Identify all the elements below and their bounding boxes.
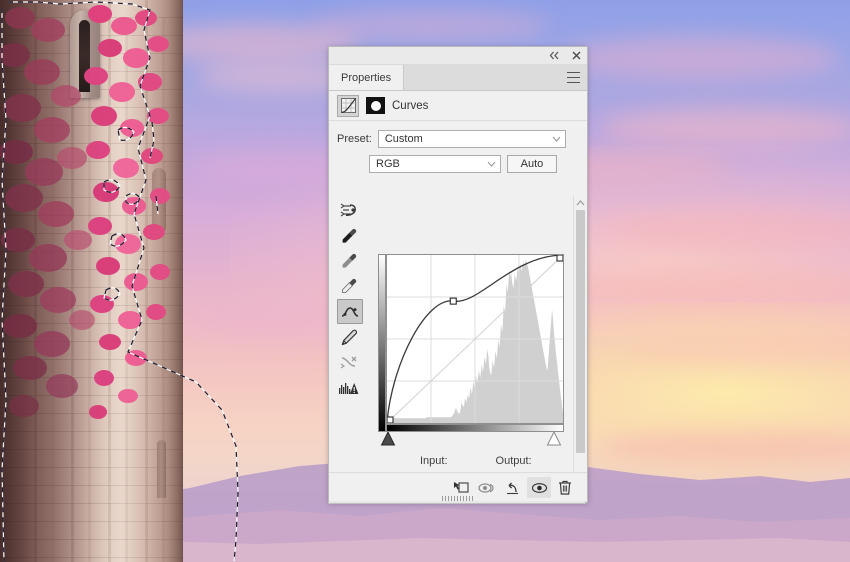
cloud-streak	[560, 36, 840, 80]
gray-point-eyedropper-icon[interactable]	[337, 249, 361, 272]
properties-panel[interactable]: Properties Curves Preset: Custom RGB Aut…	[328, 46, 588, 503]
curve-pointer-icon[interactable]	[337, 299, 363, 324]
tab-properties[interactable]: Properties	[329, 65, 405, 90]
white-point-eyedropper-icon[interactable]	[337, 274, 361, 297]
trash-icon[interactable]	[553, 477, 577, 498]
scrollbar-thumb[interactable]	[576, 210, 585, 453]
adjustment-title: Curves	[392, 99, 429, 112]
channel-row: RGB Auto	[329, 148, 587, 173]
curves-tool-strip	[337, 199, 363, 399]
histogram-warning-icon[interactable]	[337, 376, 361, 399]
chevron-down-icon	[487, 160, 496, 169]
close-icon[interactable]	[569, 49, 583, 62]
channel-value: RGB	[376, 158, 400, 170]
panel-bottom-edge	[328, 501, 586, 504]
channel-select[interactable]: RGB	[369, 155, 501, 173]
input-label: Input:	[420, 455, 448, 467]
endpoint-sliders[interactable]	[378, 430, 572, 450]
smooth-curve-icon[interactable]	[337, 351, 361, 374]
output-gradient-bar	[378, 254, 386, 432]
cloud-streak	[600, 108, 850, 148]
tab-properties-label: Properties	[341, 71, 392, 84]
curves-body: Preset: Custom RGB Auto Input: Output:	[329, 121, 587, 472]
auto-button[interactable]: Auto	[507, 155, 557, 173]
chevron-down-icon	[552, 135, 561, 144]
reset-icon[interactable]	[501, 477, 525, 498]
black-point-eyedropper-icon[interactable]	[337, 224, 361, 247]
brick-tower	[0, 0, 183, 562]
layer-mask-thumbnail-icon[interactable]	[366, 97, 385, 114]
black-point-slider[interactable]	[380, 430, 396, 447]
output-label: Output:	[495, 455, 532, 467]
curves-graph[interactable]	[386, 254, 564, 424]
input-gradient-bar	[386, 424, 564, 432]
input-output-row: Input: Output:	[378, 455, 587, 467]
toggle-previous-state-icon[interactable]	[475, 477, 499, 498]
panel-titlebar	[329, 47, 587, 65]
panel-menu-icon[interactable]	[567, 72, 580, 83]
white-point-slider[interactable]	[546, 430, 562, 447]
preset-label: Preset:	[337, 133, 372, 145]
pencil-icon[interactable]	[337, 326, 361, 349]
curves-adjustment-icon[interactable]	[337, 94, 359, 117]
adjustment-header: Curves	[329, 91, 587, 121]
visibility-eye-icon[interactable]	[527, 477, 551, 498]
preset-select[interactable]: Custom	[377, 130, 566, 148]
ivy-foliage	[0, 0, 183, 420]
preset-value: Custom	[384, 133, 423, 145]
chevron-up-icon[interactable]	[574, 196, 587, 209]
clip-to-layer-icon[interactable]	[449, 477, 473, 498]
panel-scrollbar[interactable]	[573, 196, 587, 472]
preset-row: Preset: Custom	[329, 121, 587, 148]
panel-tab-bar[interactable]: Properties	[329, 65, 587, 91]
curves-target-adjust-icon[interactable]	[337, 199, 361, 222]
collapse-icon[interactable]	[547, 49, 561, 62]
auto-label: Auto	[520, 158, 544, 170]
cloud-streak	[310, 10, 550, 40]
